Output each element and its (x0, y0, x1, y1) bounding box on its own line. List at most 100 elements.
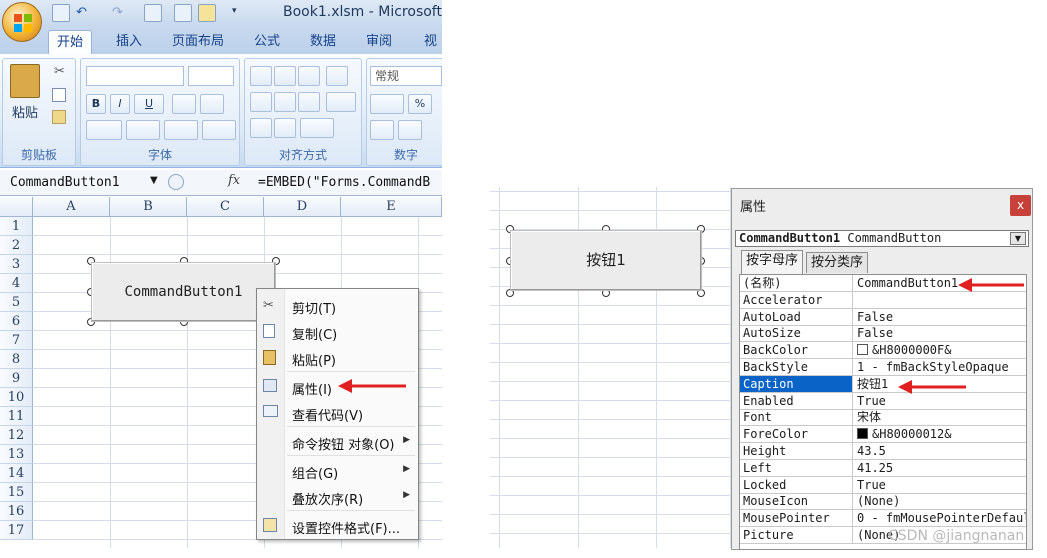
menu-item-format-control[interactable]: 设置控件格式(F)... (257, 513, 418, 539)
cut-icon[interactable]: ✂ (54, 64, 65, 79)
formula-input[interactable]: =EMBED("Forms.CommandB (258, 173, 430, 193)
formula-cancel-icon[interactable] (168, 174, 184, 190)
insert-function-icon[interactable]: fx (228, 173, 240, 188)
italic-button[interactable]: I (110, 94, 130, 114)
row-header[interactable]: 15 (0, 483, 33, 502)
tab-data[interactable]: 数据 (302, 30, 344, 54)
object-select[interactable]: CommandButton1 CommandButton (735, 230, 1029, 247)
phonetic-button[interactable] (202, 120, 236, 140)
property-value[interactable]: &H8000000F& (854, 342, 1026, 358)
row-header[interactable]: 13 (0, 445, 33, 464)
redo-icon[interactable]: ↷ (112, 5, 123, 20)
property-row[interactable]: Height 43.5 (740, 443, 1026, 460)
property-value[interactable]: 1 - fmBackStyleOpaque (854, 359, 1026, 375)
tab-alphabetic[interactable]: 按字母序 (741, 250, 804, 274)
increase-decimal-button[interactable] (370, 120, 394, 140)
row-header[interactable]: 17 (0, 521, 33, 540)
tab-categorized[interactable]: 按分类序 (806, 252, 869, 273)
wrap-text-button[interactable] (326, 66, 348, 86)
menu-item-commandbutton-object[interactable]: 命令按钮 对象(O) ▶ (257, 429, 418, 455)
design-mode-icon[interactable] (198, 4, 216, 22)
row-header[interactable]: 14 (0, 464, 33, 483)
accounting-format-button[interactable] (370, 94, 404, 114)
row-header[interactable]: 2 (0, 236, 33, 255)
row-header[interactable]: 12 (0, 426, 33, 445)
column-header-a[interactable]: A (33, 197, 110, 217)
save-icon[interactable] (52, 4, 70, 22)
decrease-indent-button[interactable] (250, 118, 272, 138)
name-box-dropdown-icon[interactable]: ▼ (150, 175, 158, 186)
property-row[interactable]: ForeColor &H80000012& (740, 426, 1026, 444)
column-header-c[interactable]: C (187, 197, 264, 217)
number-format-select[interactable]: 常规 (370, 66, 442, 86)
row-header[interactable]: 6 (0, 312, 33, 331)
property-value[interactable] (854, 292, 1026, 308)
property-row[interactable]: BackStyle 1 - fmBackStyleOpaque (740, 359, 1026, 376)
property-value[interactable]: False (854, 325, 1026, 341)
tab-view[interactable]: 视图 (416, 30, 442, 73)
property-row[interactable]: BackColor &H8000000F& (740, 342, 1026, 360)
row-header[interactable]: 11 (0, 407, 33, 426)
align-center-button[interactable] (274, 92, 296, 112)
tab-home[interactable]: 开始 (48, 30, 93, 54)
property-row[interactable]: Caption 按钮1 (740, 375, 1026, 393)
align-left-button[interactable] (250, 92, 272, 112)
tab-formulas[interactable]: 公式 (246, 30, 288, 54)
decrease-decimal-button[interactable] (398, 120, 422, 140)
bold-button[interactable]: B (86, 94, 106, 114)
tab-insert[interactable]: 插入 (108, 30, 150, 54)
tab-review[interactable]: 审阅 (358, 30, 400, 54)
property-value[interactable]: 41.25 (854, 460, 1026, 476)
row-header[interactable]: 9 (0, 369, 33, 388)
select-all-corner[interactable] (0, 197, 33, 217)
custom-tool-icon[interactable] (144, 4, 162, 22)
align-middle-button[interactable] (274, 66, 296, 86)
merge-center-button[interactable] (326, 92, 356, 112)
undo-icon[interactable]: ↶ (76, 5, 87, 20)
row-header[interactable]: 7 (0, 331, 33, 350)
property-value[interactable]: True (854, 477, 1026, 493)
menu-item-paste[interactable]: 粘贴(P) (257, 345, 418, 371)
row-header[interactable]: 3 (0, 255, 33, 274)
row-header[interactable]: 1 (0, 217, 33, 236)
orientation-button[interactable] (300, 118, 334, 138)
command-button-renamed[interactable]: 按钮1 (510, 230, 702, 291)
menu-item-cut[interactable]: ✂ 剪切(T) (257, 293, 418, 319)
property-row[interactable]: AutoLoad False (740, 308, 1026, 326)
property-value[interactable]: &H80000012& (854, 426, 1026, 442)
paste-button-label[interactable]: 粘贴 (12, 102, 38, 121)
name-box[interactable]: CommandButton1 (4, 173, 164, 193)
menu-item-group[interactable]: 组合(G) ▶ (257, 458, 418, 484)
borders-button[interactable] (86, 120, 122, 140)
property-row[interactable]: Accelerator (740, 291, 1026, 309)
tab-page-layout[interactable]: 页面布局 (164, 30, 232, 54)
row-header[interactable]: 16 (0, 502, 33, 521)
shrink-font-button[interactable] (200, 94, 224, 114)
property-value[interactable]: (None) (854, 493, 1026, 509)
row-header[interactable]: 10 (0, 388, 33, 407)
font-size-select[interactable] (188, 66, 234, 86)
menu-item-order[interactable]: 叠放次序(R) ▶ (257, 484, 418, 510)
column-header-d[interactable]: D (264, 197, 341, 217)
property-row[interactable]: Locked True (740, 476, 1026, 494)
font-color-button[interactable] (164, 120, 198, 140)
grow-font-button[interactable] (172, 94, 196, 114)
qat-customize-icon[interactable]: ▾ (232, 6, 237, 16)
align-bottom-button[interactable] (298, 66, 320, 86)
row-header[interactable]: 4 (0, 274, 33, 293)
increase-indent-button[interactable] (274, 118, 296, 138)
paste-icon[interactable] (10, 64, 40, 98)
property-row[interactable]: MousePointer 0 - fmMousePointerDefault (740, 510, 1026, 528)
column-header-b[interactable]: B (110, 197, 187, 217)
underline-button[interactable]: U (134, 94, 164, 114)
menu-item-copy[interactable]: 复制(C) (257, 319, 418, 345)
row-header[interactable]: 8 (0, 350, 33, 369)
property-row[interactable]: Enabled True (740, 392, 1026, 410)
column-header-e[interactable]: E (341, 197, 442, 217)
percent-button[interactable]: % (408, 94, 432, 114)
align-top-button[interactable] (250, 66, 272, 86)
property-row[interactable]: MouseIcon (None) (740, 493, 1026, 511)
align-right-button[interactable] (298, 92, 320, 112)
chevron-down-icon[interactable]: ▼ (1010, 232, 1026, 245)
property-row[interactable]: Left 41.25 (740, 459, 1026, 477)
